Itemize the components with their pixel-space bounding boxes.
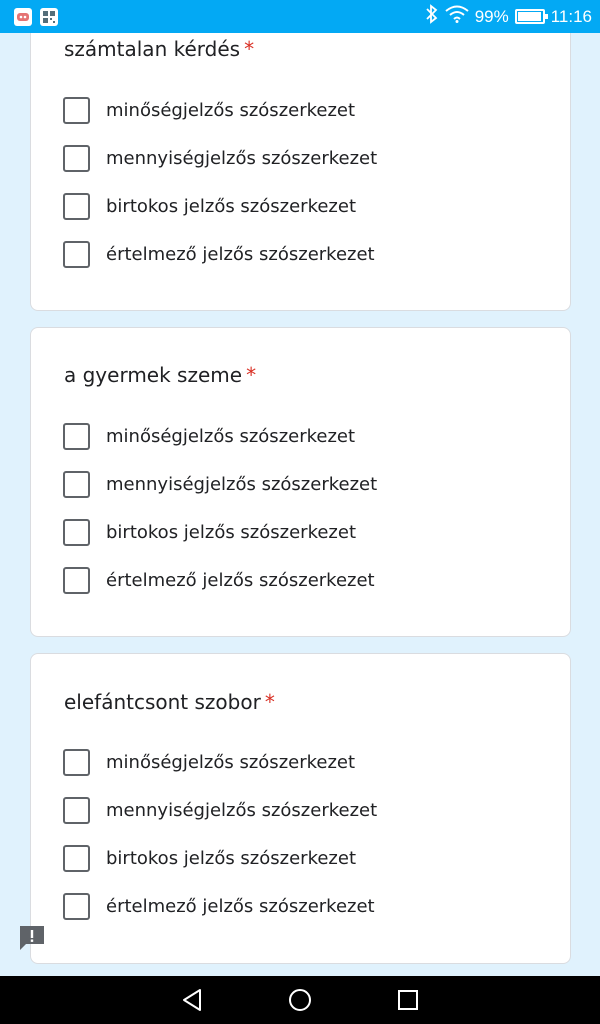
option-label: mennyiségjelzős szószerkezet: [106, 147, 378, 169]
question-title: számtalan kérdés *: [64, 37, 254, 61]
option-label: mennyiségjelzős szószerkezet: [106, 473, 378, 495]
checkbox[interactable]: [63, 192, 90, 220]
option-label: birtokos jelzős szószerkezet: [106, 195, 357, 217]
checkbox-option[interactable]: mennyiségjelzős szószerkezet: [63, 143, 377, 173]
checkbox[interactable]: [63, 96, 90, 124]
checkbox-option[interactable]: birtokos jelzős szószerkezet: [63, 843, 356, 873]
checkbox-option[interactable]: értelmező jelzős szószerkezet: [63, 239, 375, 269]
checkbox[interactable]: [63, 796, 90, 824]
checkbox[interactable]: [63, 470, 90, 498]
checkbox[interactable]: [63, 892, 90, 920]
question-title-text: elefántcsont szobor: [64, 690, 261, 714]
question-title-text: számtalan kérdés: [64, 37, 241, 61]
wifi-icon: [445, 5, 469, 28]
qr-app-icon: [40, 7, 58, 26]
checkbox-option[interactable]: mennyiségjelzős szószerkezet: [63, 469, 377, 499]
system-nav-bar: [0, 976, 600, 1024]
checkbox[interactable]: [63, 518, 90, 546]
checkbox[interactable]: [63, 422, 90, 450]
battery-icon: [514, 9, 548, 24]
question-title: elefántcsont szobor *: [64, 690, 275, 714]
notification-app-icon: [14, 7, 32, 26]
question-card: a gyermek szeme * minőségjelzős szószerke…: [30, 327, 571, 637]
checkbox-option[interactable]: minőségjelzős szószerkezet: [63, 421, 355, 451]
option-label: minőségjelzős szószerkezet: [106, 425, 356, 447]
bluetooth-icon: [425, 4, 439, 29]
checkbox-option[interactable]: mennyiségjelzős szószerkezet: [63, 795, 377, 825]
battery-level: [517, 12, 542, 21]
checkbox[interactable]: [63, 240, 90, 268]
question-card: számtalan kérdés * minőségjelzős szószerk…: [30, 0, 571, 311]
checkbox-option[interactable]: birtokos jelzős szószerkezet: [63, 191, 356, 221]
checkbox-option[interactable]: értelmező jelzős szószerkezet: [63, 891, 375, 921]
option-label: birtokos jelzős szószerkezet: [106, 521, 357, 543]
option-label: értelmező jelzős szószerkezet: [106, 243, 375, 265]
option-label: minőségjelzős szószerkezet: [106, 751, 356, 773]
option-label: birtokos jelzős szószerkezet: [106, 847, 357, 869]
option-label: értelmező jelzős szószerkezet: [106, 895, 375, 917]
back-icon[interactable]: [180, 988, 204, 1012]
option-label: mennyiségjelzős szószerkezet: [106, 799, 378, 821]
status-bar: 99% 11:16: [0, 0, 600, 33]
question-title: a gyermek szeme *: [64, 363, 256, 387]
status-indicators: 99% 11:16: [425, 4, 592, 29]
required-mark: *: [264, 690, 275, 714]
checkbox[interactable]: [63, 844, 90, 872]
feedback-icon: [20, 926, 44, 950]
feedback-button[interactable]: [18, 924, 46, 952]
checkbox[interactable]: [63, 748, 90, 776]
checkbox[interactable]: [63, 144, 90, 172]
checkbox[interactable]: [63, 566, 90, 594]
required-mark: *: [246, 363, 257, 387]
battery-percent: 99%: [474, 6, 509, 26]
status-notifications: [14, 7, 58, 26]
checkbox-option[interactable]: értelmező jelzős szószerkezet: [63, 565, 375, 595]
option-label: értelmező jelzős szószerkezet: [106, 569, 375, 591]
checkbox-option[interactable]: minőségjelzős szószerkezet: [63, 95, 355, 125]
checkbox-option[interactable]: birtokos jelzős szószerkezet: [63, 517, 356, 547]
clock: 11:16: [550, 6, 592, 26]
recents-icon[interactable]: [396, 988, 420, 1012]
option-label: minőségjelzős szószerkezet: [106, 99, 356, 121]
question-title-text: a gyermek szeme: [64, 363, 243, 387]
home-icon[interactable]: [288, 988, 312, 1012]
checkbox-option[interactable]: minőségjelzős szószerkezet: [63, 747, 355, 777]
question-card: elefántcsont szobor * minőségjelzős szósz…: [30, 653, 571, 964]
required-mark: *: [244, 37, 255, 61]
